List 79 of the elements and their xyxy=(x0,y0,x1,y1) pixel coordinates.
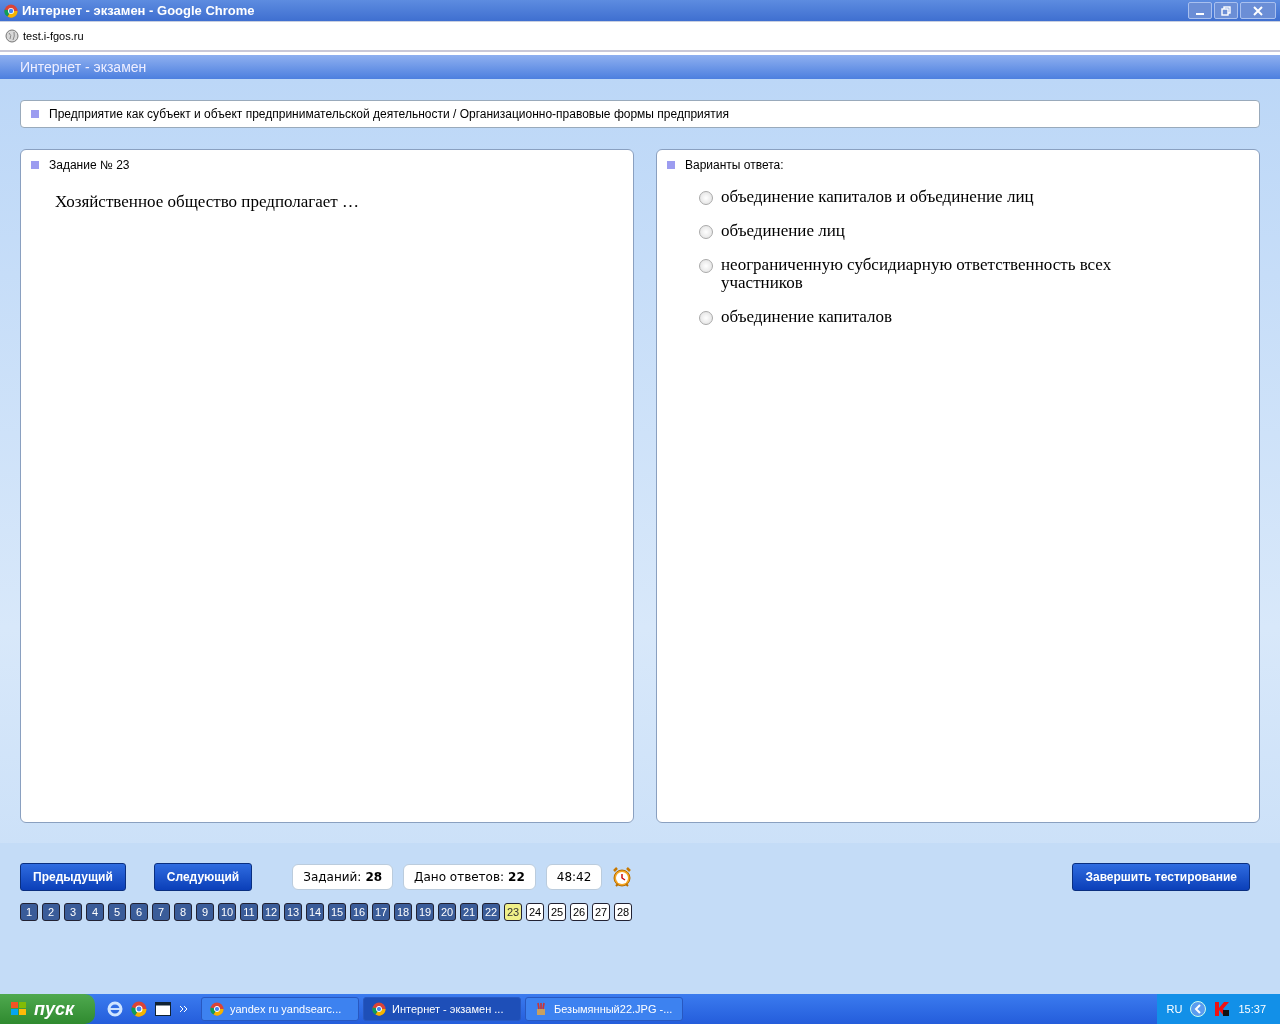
question-number-button[interactable]: 3 xyxy=(64,903,82,921)
radio-button[interactable] xyxy=(699,259,713,273)
question-number-button[interactable]: 7 xyxy=(152,903,170,921)
question-number-button[interactable]: 18 xyxy=(394,903,412,921)
window-icon[interactable] xyxy=(155,1002,171,1016)
question-number-button[interactable]: 2 xyxy=(42,903,60,921)
question-number-button[interactable]: 14 xyxy=(306,903,324,921)
question-number-button[interactable]: 24 xyxy=(526,903,544,921)
chevron-icon[interactable] xyxy=(179,1004,189,1014)
app-title: Интернет - экзамен xyxy=(20,59,147,75)
answer-option[interactable]: объединение капиталов xyxy=(721,308,1161,326)
alarm-clock-icon xyxy=(612,866,633,888)
taskbar-window-button[interactable]: yandex ru yandsearc... xyxy=(201,997,359,1021)
question-number-button[interactable]: 10 xyxy=(218,903,236,921)
question-number-button[interactable]: 12 xyxy=(262,903,280,921)
tasks-value: 28 xyxy=(365,870,383,884)
question-number-button[interactable]: 5 xyxy=(108,903,126,921)
bullet-icon xyxy=(31,161,39,169)
question-number-button[interactable]: 23 xyxy=(504,903,522,921)
question-number-button[interactable]: 17 xyxy=(372,903,390,921)
question-number-button[interactable]: 6 xyxy=(130,903,148,921)
radio-button[interactable] xyxy=(699,225,713,239)
question-number-button[interactable]: 26 xyxy=(570,903,588,921)
question-number-button[interactable]: 13 xyxy=(284,903,302,921)
next-button[interactable]: Следующий xyxy=(153,863,253,891)
question-number-button[interactable]: 21 xyxy=(460,903,478,921)
bullet-icon xyxy=(667,161,675,169)
clock-text: 15:37 xyxy=(1238,1003,1266,1015)
answer-option[interactable]: объединение капиталов и объединение лиц xyxy=(721,188,1161,206)
taskbar-window-button[interactable]: Безымянный22.JPG -... xyxy=(525,997,683,1021)
chrome-logo-icon xyxy=(210,1002,224,1016)
topic-text: Предприятие как субъект и объект предпринимательской деятельности / Организационно-правовые формы предприятия xyxy=(49,107,729,121)
question-number-button[interactable]: 25 xyxy=(548,903,566,921)
answer-option[interactable]: объединение лиц xyxy=(721,222,1161,240)
radio-button[interactable] xyxy=(699,191,713,205)
question-text: Хозяйственное общество предполагает … xyxy=(54,191,361,213)
answer-option[interactable]: неограниченную субсидиарную ответственность всех участников xyxy=(721,256,1161,292)
restore-icon xyxy=(1221,5,1231,16)
question-number-button[interactable]: 1 xyxy=(20,903,38,921)
question-heading: Задание № 23 xyxy=(49,158,130,172)
chrome-logo-icon xyxy=(372,1002,386,1016)
question-number-button[interactable]: 8 xyxy=(174,903,192,921)
chevron-left-icon[interactable] xyxy=(1190,1001,1207,1017)
url-text: test.i-fgos.ru xyxy=(23,30,84,42)
window-title: Интернет - экзамен - Google Chrome xyxy=(22,3,255,18)
question-number-button[interactable]: 9 xyxy=(196,903,214,921)
chrome-logo-icon[interactable] xyxy=(131,1001,147,1017)
question-number-button[interactable]: 16 xyxy=(350,903,368,921)
question-number-button[interactable]: 19 xyxy=(416,903,434,921)
antivirus-icon[interactable] xyxy=(1214,1001,1231,1017)
answers-heading: Варианты ответа: xyxy=(685,158,784,172)
previous-button[interactable]: Предыдущий xyxy=(20,863,126,891)
tasks-label: Заданий: xyxy=(303,870,362,884)
finish-test-button[interactable]: Завершить тестирование xyxy=(1072,863,1250,891)
question-number-button[interactable]: 11 xyxy=(240,903,258,921)
restore-button[interactable] xyxy=(1214,2,1238,19)
radio-button[interactable] xyxy=(699,311,713,325)
taskbar-window-button[interactable]: Интернет - экзамен ... xyxy=(363,997,521,1021)
question-number-button[interactable]: 27 xyxy=(592,903,610,921)
language-indicator[interactable]: RU xyxy=(1166,1003,1183,1015)
windows-logo-icon xyxy=(10,1001,28,1017)
close-icon xyxy=(1253,5,1263,16)
question-number-button[interactable]: 22 xyxy=(482,903,500,921)
start-button[interactable]: пуск xyxy=(0,994,95,1024)
close-button[interactable] xyxy=(1240,2,1276,19)
minimize-icon xyxy=(1196,12,1204,15)
answers-value: 22 xyxy=(508,870,525,884)
chrome-logo-icon xyxy=(4,3,18,18)
question-number-button[interactable]: 15 xyxy=(328,903,346,921)
answers-label: Дано ответов: xyxy=(414,870,505,884)
bullet-icon xyxy=(31,110,39,118)
question-number-button[interactable]: 28 xyxy=(614,903,632,921)
globe-icon xyxy=(5,29,19,43)
minimize-button[interactable] xyxy=(1188,2,1212,19)
address-bar[interactable]: test.i-fgos.ru xyxy=(0,21,1280,52)
timer-text: 48:42 xyxy=(556,870,592,884)
paint-brushes-icon xyxy=(534,1002,548,1016)
question-number-button[interactable]: 20 xyxy=(438,903,456,921)
question-number-button[interactable]: 4 xyxy=(86,903,104,921)
